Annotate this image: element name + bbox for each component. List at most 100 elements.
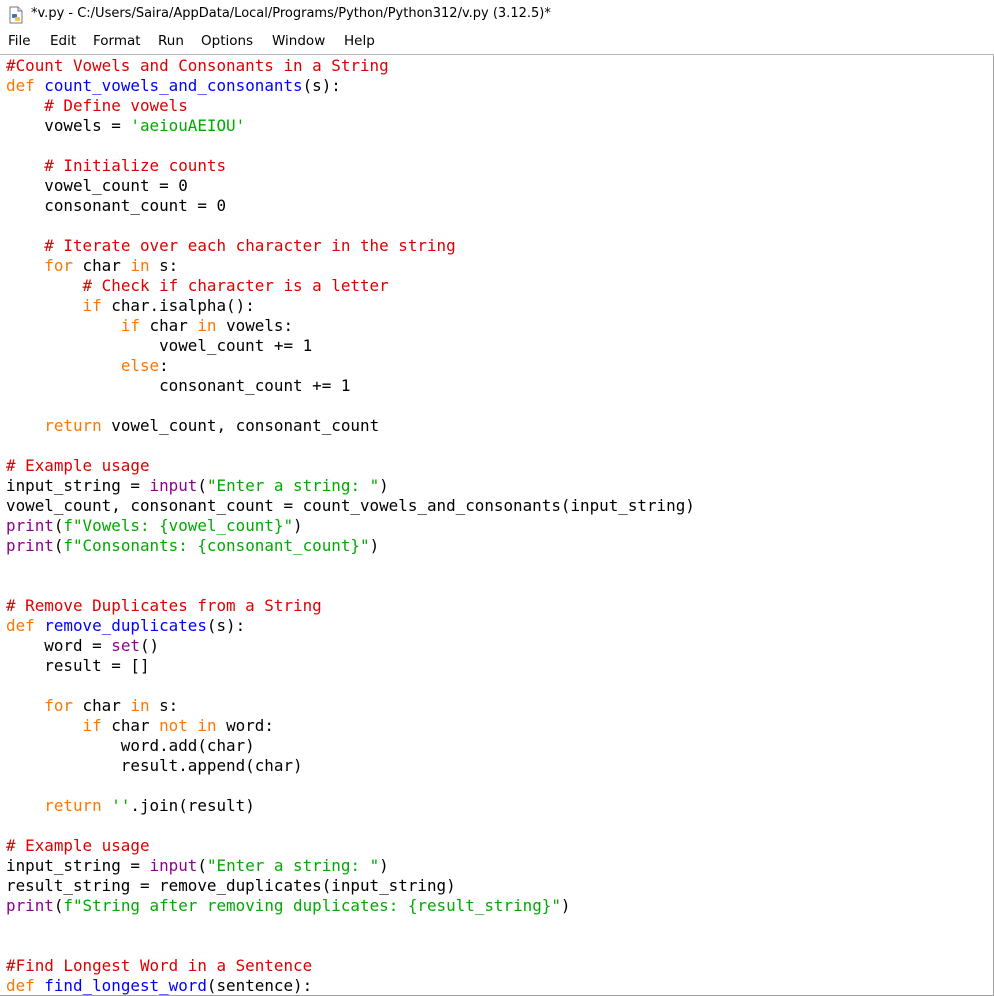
- code-line[interactable]: vowel_count = 0: [6, 176, 188, 196]
- code-line[interactable]: # Example usage: [6, 456, 150, 476]
- code-line[interactable]: if char.isalpha():: [6, 296, 255, 316]
- code-line[interactable]: def count_vowels_and_consonants(s):: [6, 76, 341, 96]
- code-token: #Count Vowels and Consonants in a String: [6, 56, 389, 75]
- code-line[interactable]: # Example usage: [6, 836, 150, 856]
- code-token: # Initialize counts: [44, 156, 227, 175]
- code-line[interactable]: # Define vowels: [6, 96, 188, 116]
- code-token: find_longest_word: [44, 976, 207, 995]
- code-line[interactable]: if char not in word:: [6, 716, 274, 736]
- code-line[interactable]: # Remove Duplicates from a String: [6, 596, 322, 616]
- code-token: (: [53, 896, 64, 915]
- code-token: print: [6, 516, 54, 535]
- code-token: #Find Longest Word in a Sentence: [6, 956, 313, 975]
- code-editor[interactable]: #Count Vowels and Consonants in a String…: [0, 55, 994, 996]
- code-line[interactable]: for char in s:: [6, 696, 178, 716]
- code-line[interactable]: result_string = remove_duplicates(input_…: [6, 876, 456, 896]
- code-token: char: [72, 256, 131, 275]
- code-token: result = []: [6, 656, 150, 675]
- code-line[interactable]: return vowel_count, consonant_count: [6, 416, 379, 436]
- code-token: else: [120, 356, 160, 375]
- code-token: vowels:: [216, 316, 294, 335]
- code-line[interactable]: for char in s:: [6, 256, 178, 276]
- code-token: not: [159, 716, 188, 735]
- code-token: # Remove Duplicates from a String: [6, 596, 322, 615]
- code-token: (: [197, 476, 207, 495]
- code-line[interactable]: consonant_count = 0: [6, 196, 226, 216]
- code-token: def: [6, 616, 35, 635]
- code-token: if: [120, 316, 140, 335]
- code-line[interactable]: print(f"Vowels: {vowel_count}"): [6, 516, 303, 536]
- code-token: for: [44, 696, 73, 715]
- code-token: word:: [216, 716, 274, 735]
- code-line[interactable]: input_string = input("Enter a string: "): [6, 476, 389, 496]
- code-token: remove_duplicates: [44, 616, 207, 635]
- code-token: return: [44, 796, 102, 815]
- code-line[interactable]: #Find Longest Word in a Sentence: [6, 956, 312, 976]
- code-line[interactable]: print(f"Consonants: {consonant_count}"): [6, 536, 379, 556]
- code-token: s:: [149, 256, 179, 275]
- code-token: word.add(char): [6, 736, 255, 755]
- code-token: # Example usage: [6, 836, 150, 855]
- code-token: f"String after removing duplicates: {res…: [63, 896, 561, 915]
- menu-window[interactable]: Window: [272, 33, 325, 49]
- menu-file[interactable]: File: [8, 33, 31, 49]
- code-token: char: [139, 316, 198, 335]
- menu-run[interactable]: Run: [158, 33, 184, 49]
- code-line[interactable]: result.append(char): [6, 756, 303, 776]
- code-line[interactable]: consonant_count += 1: [6, 376, 350, 396]
- title-bar[interactable]: *v.py - C:/Users/Saira/AppData/Local/Pro…: [0, 0, 994, 30]
- code-token: "Enter a string: ": [206, 476, 380, 495]
- code-token: (s):: [206, 616, 246, 635]
- code-line[interactable]: # Initialize counts: [6, 156, 226, 176]
- code-token: return: [44, 416, 102, 435]
- code-line[interactable]: input_string = input("Enter a string: "): [6, 856, 389, 876]
- code-line[interactable]: #Count Vowels and Consonants in a String: [6, 56, 389, 76]
- code-token: input_string =: [6, 476, 150, 495]
- menu-options[interactable]: Options: [201, 33, 253, 49]
- code-token: (: [197, 856, 207, 875]
- code-line[interactable]: def remove_duplicates(s):: [6, 616, 245, 636]
- code-token: char: [101, 716, 160, 735]
- code-token: print: [6, 896, 54, 915]
- code-line[interactable]: # Iterate over each character in the str…: [6, 236, 455, 256]
- code-line[interactable]: # Check if character is a letter: [6, 276, 389, 296]
- code-token: :: [159, 356, 169, 375]
- code-token: in: [197, 716, 217, 735]
- code-token: (): [139, 636, 160, 655]
- menu-help[interactable]: Help: [344, 33, 375, 49]
- code-line[interactable]: if char in vowels:: [6, 316, 293, 336]
- code-line[interactable]: print(f"String after removing duplicates…: [6, 896, 570, 916]
- menu-edit[interactable]: Edit: [50, 33, 76, 49]
- code-line[interactable]: vowels = 'aeiouAEIOU': [6, 116, 245, 136]
- code-token: f"Consonants: {consonant_count}": [63, 536, 370, 555]
- code-token: input: [149, 476, 198, 495]
- code-token: result.append(char): [6, 756, 303, 775]
- code-line[interactable]: result = []: [6, 656, 150, 676]
- code-line[interactable]: vowel_count += 1: [6, 336, 312, 356]
- code-token: 'aeiouAEIOU': [130, 116, 246, 135]
- code-token: if: [82, 296, 102, 315]
- code-line[interactable]: return ''.join(result): [6, 796, 255, 816]
- code-token: ): [379, 856, 389, 875]
- code-line[interactable]: else:: [6, 356, 169, 376]
- code-token: def: [6, 976, 35, 995]
- menu-format[interactable]: Format: [93, 33, 141, 49]
- code-token: print: [6, 536, 54, 555]
- code-token: input_string =: [6, 856, 150, 875]
- menu-bar: File Edit Format Run Options Window Help: [0, 30, 994, 55]
- code-line[interactable]: vowel_count, consonant_count = count_vow…: [6, 496, 695, 516]
- code-line[interactable]: def find_longest_word(sentence):: [6, 976, 312, 995]
- code-line[interactable]: word = set(): [6, 636, 159, 656]
- code-line[interactable]: word.add(char): [6, 736, 255, 756]
